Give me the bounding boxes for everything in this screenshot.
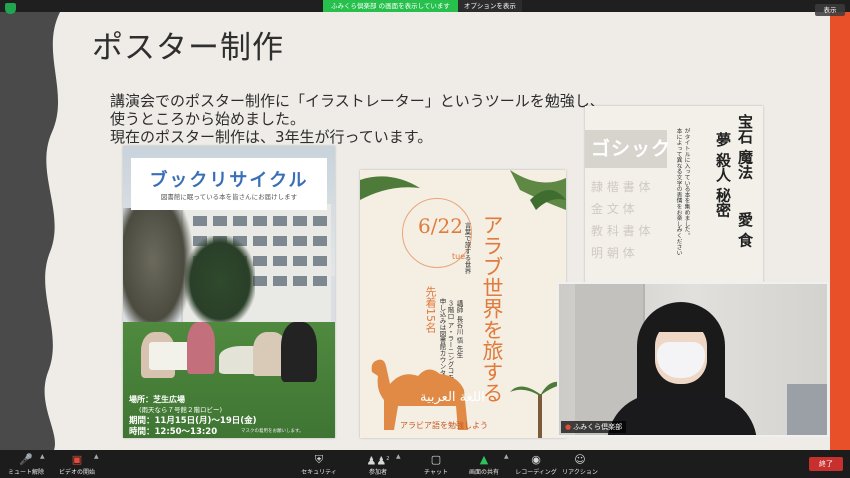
share-status-text: ふみくら倶楽部 の画面を表示しています (323, 0, 458, 12)
chat-button[interactable]: ▢ チャット (418, 452, 454, 478)
video-off-icon: ▣ (71, 453, 83, 466)
poster-tree (123, 208, 193, 338)
keyword-column: 夢 殺人 秘密 (714, 132, 732, 218)
start-video-label: ビデオの開始 (58, 469, 95, 476)
start-video-button[interactable]: ▣ ビデオの開始 (56, 452, 98, 478)
arabic-text: اللغة العربية (420, 390, 485, 405)
security-button[interactable]: ⛨ セキュリティ (298, 452, 340, 478)
poster-headline: アラブ世界を旅する (480, 214, 504, 403)
video-shelf (787, 384, 827, 435)
end-meeting-button[interactable]: 終了 (809, 457, 843, 471)
muted-mic-icon: ● (565, 423, 572, 431)
share-screen-label: 画面の共有 (468, 469, 499, 476)
zoom-window: ポスター制作 講演会でのポスター制作に「イラストレーター」というツールを勉強し、… (0, 0, 850, 478)
participant-video-tile[interactable]: ● ふみくら倶楽部 (557, 282, 829, 437)
view-button[interactable]: 表示 (815, 4, 845, 16)
reactions-label: リアクション (562, 469, 598, 476)
share-screen-icon: ▲ (479, 453, 489, 466)
security-shield-icon[interactable] (5, 3, 16, 14)
poster-description: 本によって異なる文字の表情をお楽しみください (675, 128, 681, 256)
unmute-label: ミュート解除 (7, 469, 44, 476)
chat-label: チャット (424, 469, 448, 476)
poster-info: 場所：芝生広場 (雨天なら７号館２階ロビー) 期間：11月15日(月)～19日(… (129, 394, 257, 438)
poster-person (187, 322, 215, 374)
poster-subtitle: 図書館に眠っている本を皆さんにお届けします (160, 193, 298, 201)
poster-place: 場所：芝生広場 (129, 395, 185, 404)
slide-accent-bar (830, 12, 850, 450)
view-options-button[interactable]: オプションを表示 (457, 0, 522, 12)
slide-title: ポスター制作 (92, 30, 284, 66)
chevron-up-icon[interactable]: ▲ (504, 453, 509, 460)
participant-name: ふみくら倶楽部 (573, 423, 623, 431)
arab-world-poster: 6/22 tue アラブ世界を旅する 言葉で旅する世界 講師 長谷川 悟 先生 … (360, 170, 566, 438)
typeface-list: 隷 楷 書 体 金 文 体 教 科 書 体 明 朝 体 (591, 176, 650, 264)
record-label: レコーディング (515, 469, 557, 476)
participants-count: 2 (386, 456, 390, 462)
participants-button[interactable]: ♟♟2 参加者 (360, 452, 396, 478)
poster-capacity: 先着15名 (424, 286, 437, 333)
share-banner: ふみくら倶楽部 の画面を表示しています オプションを表示 (323, 0, 522, 12)
poster-subhead: 言葉で旅する世界 (463, 222, 471, 274)
keyword-column: 宝石 魔法 (736, 114, 754, 180)
reaction-smiley-icon: ☺ (574, 453, 586, 466)
meeting-toolbar: 🎤 ミュート解除 ▲ ▣ ビデオの開始 ▲ ⛨ セキュリティ ♟♟2 参加者 ▲… (0, 450, 850, 478)
participant-bangs (651, 310, 711, 332)
record-button[interactable]: ◉ レコーディング (514, 452, 558, 478)
poster-note: マスクの着用をお願いします。 (241, 429, 304, 434)
poster-tree (185, 236, 255, 326)
typeface-item: 明 朝 体 (591, 246, 635, 260)
slide-body-line-3: 現在のポスター制作は、3年生が行っています。 (110, 128, 433, 146)
poster-title-box: ブックリサイクル 図書館に眠っている本を皆さんにお届けします (131, 158, 327, 210)
event-date: 6/22 (418, 214, 463, 238)
chat-icon: ▢ (430, 453, 442, 466)
poster-period: 期間：11月15日(月)～19日(金) (129, 416, 257, 426)
participants-icon: ♟♟2 (366, 454, 390, 468)
typeface-poster: ゴシック 隷 楷 書 体 金 文 体 教 科 書 体 明 朝 体 宝石 魔法 夢… (585, 106, 763, 286)
shield-icon: ⛨ (314, 453, 324, 466)
participant-name-tag: ● ふみくら倶楽部 (561, 421, 627, 433)
poster-description: がタイトルに入っている本を集めました。 (683, 128, 689, 239)
book-recycle-poster: ブックリサイクル 図書館に眠っている本を皆さんにお届けします 場所：芝生広場 (… (123, 146, 335, 438)
gothic-label: ゴシック (591, 138, 672, 160)
typeface-item: 金 文 体 (591, 202, 635, 216)
chevron-up-icon[interactable]: ▲ (396, 453, 401, 460)
poster-bottom-text: アラビア語を勉強しよう (400, 421, 488, 430)
share-screen-button[interactable]: ▲ 画面の共有 (464, 452, 504, 478)
poster-person (281, 322, 317, 382)
typeface-item: 教 科 書 体 (591, 224, 651, 238)
slide-wave-decoration (0, 12, 60, 450)
poster-time: 時間：12:50～13:20 (129, 427, 218, 437)
chevron-up-icon[interactable]: ▲ (40, 453, 45, 460)
typeface-item: 隷 楷 書 体 (591, 180, 651, 194)
poster-title: ブックリサイクル (149, 170, 309, 191)
participants-label: 参加者 (368, 469, 387, 476)
poster-place-note: (雨天なら７号館２階ロビー) (139, 406, 223, 414)
keyword-column: 愛 食 (736, 212, 754, 248)
reactions-button[interactable]: ☺ リアクション (562, 452, 598, 478)
record-icon: ◉ (531, 453, 541, 466)
security-label: セキュリティ (301, 469, 337, 476)
chevron-up-icon[interactable]: ▲ (94, 453, 99, 460)
